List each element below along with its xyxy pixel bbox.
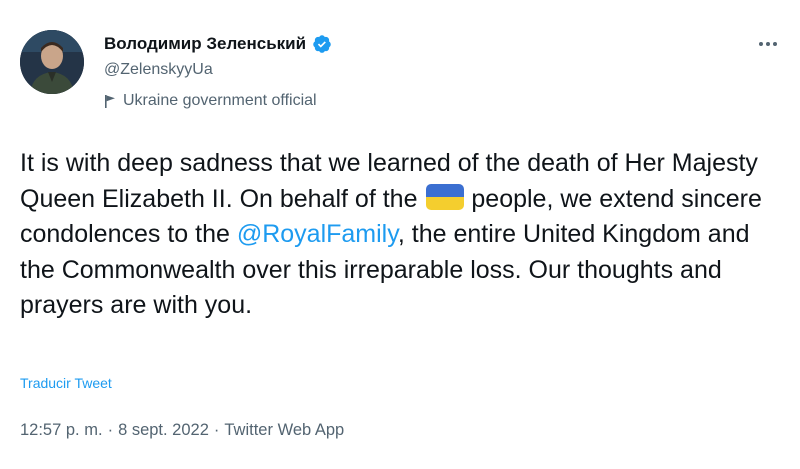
avatar[interactable] — [20, 30, 84, 94]
government-label: Ukraine government official — [104, 92, 317, 110]
tweet-source[interactable]: Twitter Web App — [224, 421, 344, 439]
author-handle[interactable]: @ZelenskyyUa — [104, 61, 213, 79]
meta-separator: · — [213, 421, 220, 439]
translate-tweet-link[interactable]: Traducir Tweet — [20, 375, 112, 391]
verified-badge-icon — [313, 35, 331, 53]
more-options-icon[interactable] — [754, 34, 782, 54]
ukraine-flag-emoji-icon — [426, 183, 465, 210]
tweet-metadata: 12:57 p. m. · 8 sept. 2022 · Twitter Web App — [20, 421, 344, 440]
author-name-row[interactable]: Володимир Зеленський — [104, 34, 332, 54]
government-label-text: Ukraine government official — [123, 92, 317, 109]
tweet-date[interactable]: 8 sept. 2022 — [118, 421, 209, 439]
avatar-image — [20, 30, 84, 94]
tweet-text: It is with deep sadness that we learned … — [20, 146, 790, 324]
mention-link[interactable]: @RoyalFamily — [237, 220, 398, 248]
flag-icon — [105, 94, 115, 108]
meta-separator: · — [107, 421, 114, 439]
tweet: Володимир Зеленський @ZelenskyyUa Ukrain… — [0, 0, 800, 469]
author-display-name[interactable]: Володимир Зеленський — [104, 34, 306, 54]
tweet-time[interactable]: 12:57 p. m. — [20, 421, 103, 439]
